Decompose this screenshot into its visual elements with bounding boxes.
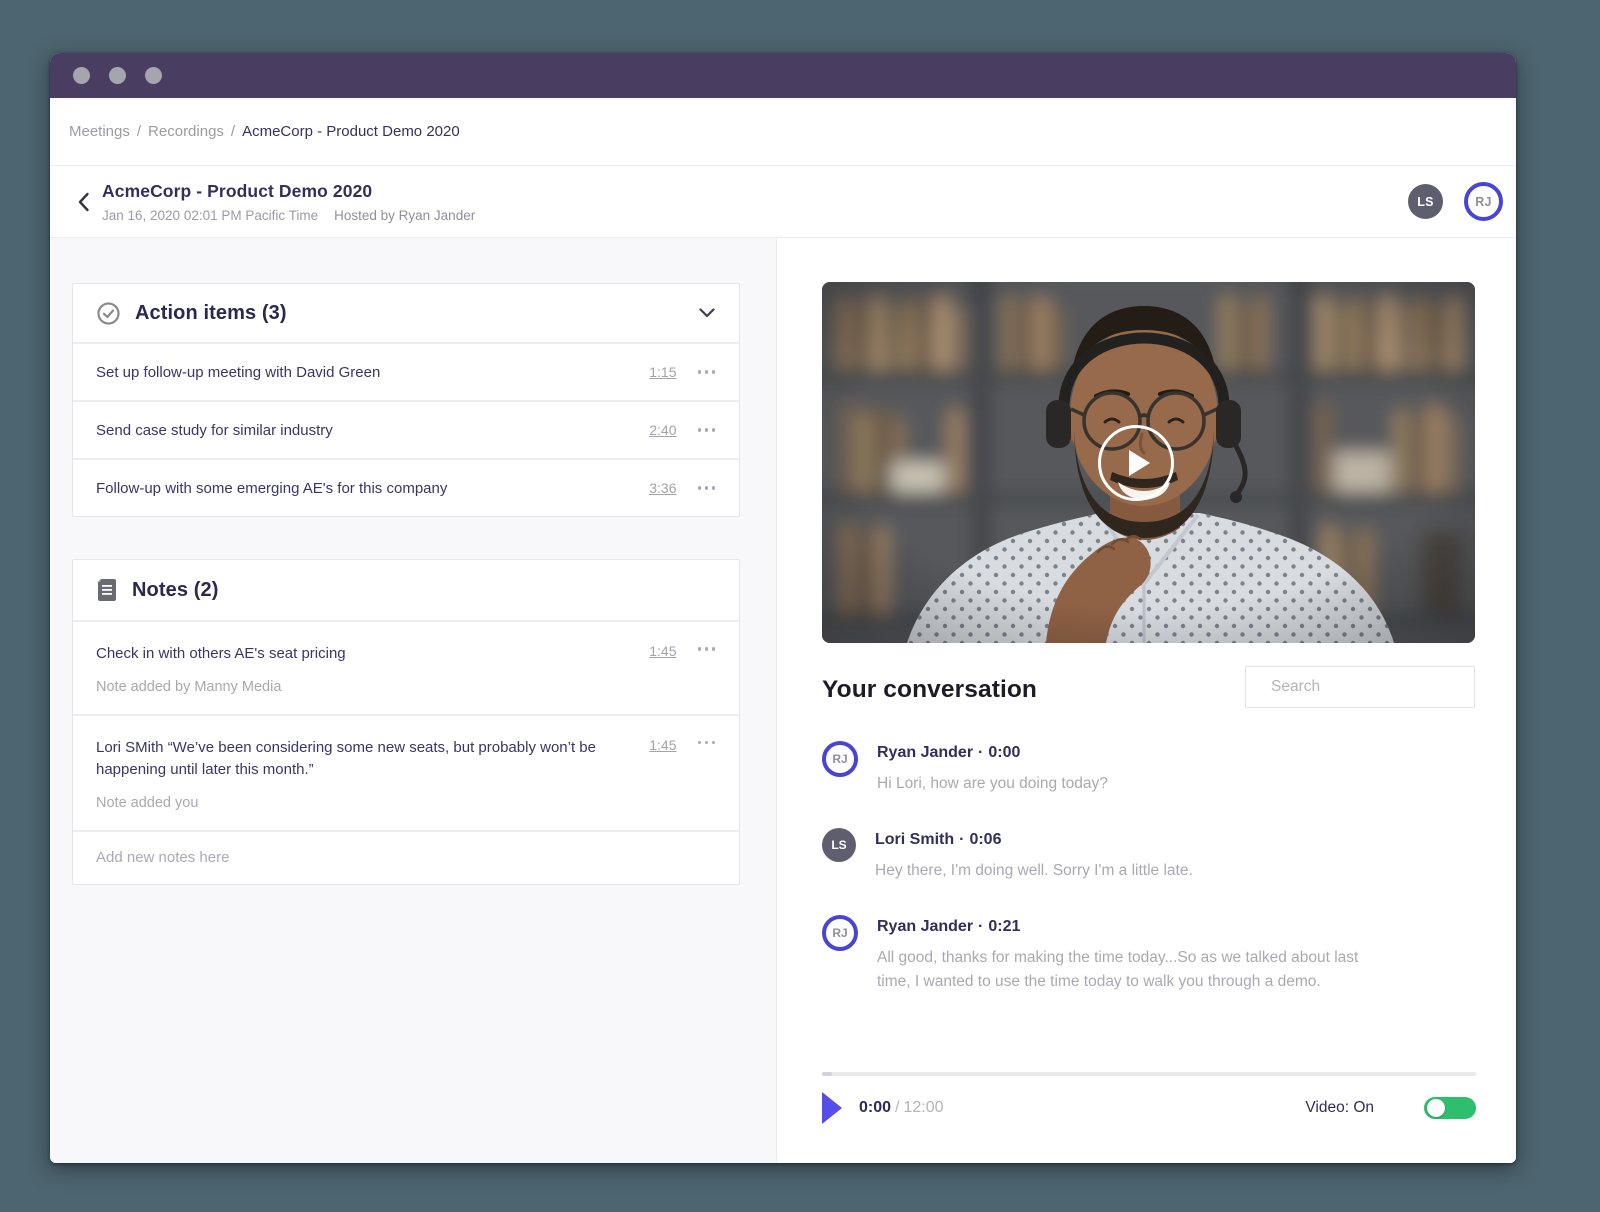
add-note-row: [73, 830, 739, 884]
note-byline: Note added you: [96, 795, 715, 811]
action-items-header: Action items (3): [73, 284, 739, 342]
notes-card: Notes (2) Check in with others AE's seat…: [72, 559, 740, 885]
action-items-card: Action items (3) Set up follow-up meetin…: [72, 283, 740, 517]
note-icon: [97, 578, 117, 602]
current-time: 0:00: [859, 1099, 891, 1116]
right-panel: Your conversation RJ Ryan Jander·0:00 Hi…: [777, 238, 1516, 1163]
header-titles: AcmeCorp - Product Demo 2020 Jan 16, 202…: [102, 181, 475, 223]
avatar-rj[interactable]: RJ: [1464, 182, 1503, 221]
message-text: All good, thanks for making the time tod…: [877, 946, 1382, 994]
video-toggle[interactable]: [1424, 1097, 1476, 1119]
ellipsis-menu-icon[interactable]: [698, 482, 716, 494]
action-item-timestamp-link[interactable]: 1:15: [649, 364, 676, 380]
meeting-host: Hosted by Ryan Jander: [334, 208, 475, 223]
speaker-name: Lori Smith: [875, 831, 954, 848]
message-text: Hey there, I'm doing well. Sorry I'm a l…: [875, 859, 1193, 883]
notes-title: Notes (2): [132, 579, 218, 602]
breadcrumb: Meetings / Recordings / AcmeCorp - Produ…: [50, 98, 1516, 166]
message-timestamp[interactable]: 0:21: [988, 918, 1020, 935]
speaker-name: Ryan Jander: [877, 918, 973, 935]
page-title: AcmeCorp - Product Demo 2020: [102, 181, 475, 202]
action-item-row: Set up follow-up meeting with David Gree…: [73, 342, 739, 400]
note-text: Check in with others AE's seat pricing: [96, 643, 608, 666]
search-input[interactable]: [1245, 666, 1475, 708]
window-control-dot-1[interactable]: [73, 67, 90, 84]
message-text: Hi Lori, how are you doing today?: [877, 772, 1108, 796]
action-items-title: Action items (3): [135, 302, 287, 325]
meeting-meta: Jan 16, 2020 02:01 PM Pacific Time Hosted…: [102, 208, 475, 223]
transcript-message: RJ Ryan Jander·0:00 Hi Lori, how are you…: [822, 741, 1475, 796]
action-items-collapse-button[interactable]: [699, 308, 715, 318]
action-item-row: Follow-up with some emerging AE's for th…: [73, 458, 739, 516]
transcript-message: LS Lori Smith·0:06 Hey there, I'm doing …: [822, 828, 1475, 883]
note-text: Lori SMith “We’ve been considering some …: [96, 737, 608, 782]
note-byline: Note added by Manny Media: [96, 679, 715, 695]
ellipsis-menu-icon[interactable]: [698, 737, 716, 749]
seek-bar[interactable]: [822, 1072, 1476, 1076]
message-speaker-time: Ryan Jander·0:00: [877, 744, 1108, 762]
note-row: Check in with others AE's seat pricing 1…: [73, 620, 739, 714]
action-item-text: Follow-up with some emerging AE's for th…: [96, 480, 447, 497]
note-timestamp-link[interactable]: 1:45: [649, 643, 676, 659]
ellipsis-menu-icon[interactable]: [698, 424, 716, 436]
play-button[interactable]: [822, 1092, 842, 1124]
window-control-dot-3[interactable]: [145, 67, 162, 84]
note-timestamp-link[interactable]: 1:45: [649, 737, 676, 753]
window-control-dot-2[interactable]: [109, 67, 126, 84]
notes-header: Notes (2): [73, 560, 739, 620]
message-timestamp[interactable]: 0:00: [988, 744, 1020, 761]
chevron-left-icon: [77, 192, 90, 212]
speaker-name: Ryan Jander: [877, 744, 973, 761]
meeting-header: AcmeCorp - Product Demo 2020 Jan 16, 202…: [50, 166, 1516, 238]
conversation-title: Your conversation: [822, 676, 1037, 704]
content-area: Action items (3) Set up follow-up meetin…: [50, 238, 1516, 1163]
avatar-ls[interactable]: LS: [1408, 184, 1443, 219]
breadcrumb-meetings[interactable]: Meetings: [69, 123, 130, 140]
participant-avatars: LS RJ: [1408, 182, 1503, 221]
avatar-ls: LS: [822, 828, 856, 862]
chevron-down-icon: [699, 308, 715, 318]
avatar-rj: RJ: [822, 741, 858, 777]
breadcrumb-separator: /: [137, 123, 141, 140]
note-row: Lori SMith “We’ve been considering some …: [73, 714, 739, 830]
action-item-row: Send case study for similar industry 2:4…: [73, 400, 739, 458]
video-play-button[interactable]: [1098, 425, 1174, 501]
action-item-text: Set up follow-up meeting with David Gree…: [96, 364, 380, 381]
player-bar: 0:00/12:00 Video: On: [822, 1072, 1476, 1124]
conversation-header: Your conversation: [822, 666, 1475, 708]
video-player[interactable]: [822, 282, 1475, 643]
total-time: 12:00: [903, 1099, 943, 1116]
message-speaker-time: Lori Smith·0:06: [875, 831, 1193, 849]
action-item-timestamp-link[interactable]: 2:40: [649, 422, 676, 438]
time-display: 0:00/12:00: [859, 1099, 944, 1117]
action-item-text: Send case study for similar industry: [96, 422, 333, 439]
video-toggle-label: Video: On: [1305, 1099, 1374, 1117]
breadcrumb-recordings[interactable]: Recordings: [148, 123, 224, 140]
transcript-message: RJ Ryan Jander·0:21 All good, thanks for…: [822, 915, 1475, 994]
avatar-rj: RJ: [822, 915, 858, 951]
add-note-input[interactable]: [73, 832, 739, 884]
player-controls: 0:00/12:00 Video: On: [822, 1092, 1476, 1124]
back-button[interactable]: [70, 189, 96, 215]
transcript-list: RJ Ryan Jander·0:00 Hi Lori, how are you…: [822, 741, 1475, 1026]
check-circle-icon: [97, 302, 120, 325]
seek-bar-played: [822, 1072, 832, 1076]
app-window: Meetings / Recordings / AcmeCorp - Produ…: [50, 53, 1516, 1163]
breadcrumb-current: AcmeCorp - Product Demo 2020: [242, 123, 460, 140]
toggle-knob: [1427, 1099, 1445, 1117]
window-titlebar: [50, 53, 1516, 98]
action-item-timestamp-link[interactable]: 3:36: [649, 480, 676, 496]
message-timestamp[interactable]: 0:06: [969, 831, 1001, 848]
ellipsis-menu-icon[interactable]: [698, 643, 716, 655]
message-speaker-time: Ryan Jander·0:21: [877, 918, 1382, 936]
meeting-datetime: Jan 16, 2020 02:01 PM Pacific Time: [102, 208, 318, 223]
breadcrumb-separator: /: [231, 123, 235, 140]
ellipsis-menu-icon[interactable]: [698, 366, 716, 378]
left-panel: Action items (3) Set up follow-up meetin…: [50, 238, 777, 1163]
play-icon: [1129, 450, 1150, 476]
